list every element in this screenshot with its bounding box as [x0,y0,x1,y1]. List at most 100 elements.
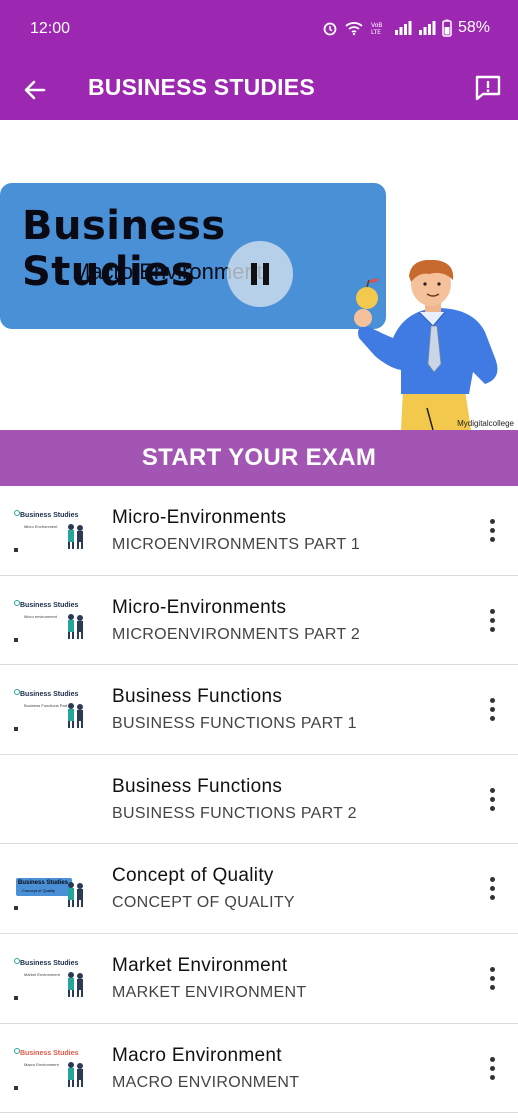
app-bar: BUSINESS STUDIES [0,60,518,120]
thumb-figure-icon [68,613,83,639]
wifi-icon [345,22,363,36]
signal-icon [418,21,436,35]
thumb-figure-icon [68,882,83,908]
svg-text:LTE: LTE [371,29,381,36]
page-title: BUSINESS STUDIES [88,74,315,100]
start-exam-button[interactable]: START YOUR EXAM [0,430,518,486]
video-player[interactable]: Business Studies Macro Environment Mydig… [0,120,518,430]
lesson-subtitle: BUSINESS FUNCTIONS PART 2 [112,804,357,822]
back-button[interactable] [20,74,52,106]
menu-dot [490,966,495,972]
lesson-thumbnail [12,778,92,823]
thumb-figure-icon [68,971,83,997]
thumb-title: Business Studies [18,880,69,887]
list-item[interactable]: Business Studies Micro Environment Micro-E… [0,486,518,576]
thumb-dot [14,727,18,732]
feedback-icon [475,75,501,101]
thumb-dot [14,995,18,1000]
menu-dot [490,626,495,632]
thumb-dot [14,637,18,642]
menu-dot [490,1056,495,1062]
menu-dot [490,1074,495,1080]
more-vertical-icon[interactable] [482,874,502,902]
thumb-subtitle: Micro Environment [24,524,58,529]
thumb-title: Business Studies [20,959,79,967]
lesson-thumbnail: Business Studies Macro Environment [12,1047,92,1092]
thumb-title: Business Studies [20,691,79,699]
thumb-subtitle: Market Environment [24,971,60,977]
pause-icon-bar [263,263,269,285]
lesson-thumbnail: Business Studies Business Functions Part … [12,689,92,734]
lesson-title: Macro Environment [112,1044,282,1066]
volte-icon: VoBLTE [371,22,382,36]
more-vertical-icon[interactable] [482,695,502,723]
lesson-list: Business Studies Micro Environment Micro-E… [0,486,518,1114]
lesson-title: Market Environment [112,954,288,976]
lesson-subtitle: MARKET ENVIRONMENT [112,983,307,1001]
presenter-illustration [354,260,498,430]
battery-icon [442,19,452,37]
lesson-thumbnail: Business Studies Micro environment [12,599,92,644]
lesson-thumbnail: Business Studies Market Environment [12,957,92,1002]
start-exam-label: START YOUR EXAM [141,444,377,471]
menu-dot [490,528,495,533]
lesson-subtitle: MACRO ENVIRONMENT [112,1073,300,1091]
menu-dot [490,886,495,892]
thumb-subtitle: Concept of Quality [22,888,55,894]
lesson-thumbnail: Business Studies Micro Environment [12,510,92,554]
thumb-figure-icon [68,703,83,729]
menu-dot [490,984,495,990]
battery-percent: 58% [457,19,490,36]
list-item[interactable]: Business Studies Business Functions Part … [0,665,518,755]
thumb-subtitle: Micro environment [24,613,57,619]
menu-dot [490,877,495,883]
lesson-title: Business Functions [112,686,283,708]
lesson-thumbnail: Business Studies Concept of Quality [12,868,92,913]
status-bar: 12:00 VoB LTE 58% [0,0,518,60]
lesson-subtitle: MICROENVIRONMENTS PART 1 [112,536,361,553]
lesson-subtitle: MICROENVIRONMENTS PART 2 [112,625,361,643]
list-item[interactable]: Business Studies Concept of Quality Concep… [0,844,518,934]
thumb-subtitle: Macro Environment [24,1061,59,1067]
menu-dot [490,617,495,623]
menu-dot [490,1065,495,1071]
menu-dot [490,519,495,524]
menu-dot [490,975,495,981]
thumb-figure-icon [68,1061,83,1087]
feedback-button[interactable] [472,72,504,104]
svg-text:VoB: VoB [371,22,382,29]
thumb-dot [14,1085,18,1090]
menu-dot [490,537,495,542]
menu-dot [490,707,495,713]
alarm-icon [323,22,337,36]
thumb-dot [14,548,18,552]
list-item[interactable]: Business Studies Market Environment Market… [0,933,518,1024]
more-vertical-icon[interactable] [482,606,502,634]
pause-button[interactable] [227,241,293,307]
lesson-title: Micro-Environments [112,507,287,528]
list-item[interactable]: Business Functions BUSINESS FUNCTIONS PAR… [0,754,518,845]
lesson-title: Business Functions [112,775,283,797]
thumb-title: Business Studies [20,1049,79,1057]
lesson-title: Concept of Quality [112,865,274,887]
signal-icon [394,21,412,35]
more-vertical-icon[interactable] [482,964,502,992]
status-time: 12:00 [30,20,71,37]
more-vertical-icon[interactable] [482,785,502,813]
menu-dot [490,716,495,722]
video-watermark: Mydigitalcollege [457,419,514,428]
thumb-title: Business Studies [20,601,79,609]
lesson-subtitle: CONCEPT OF QUALITY [112,894,295,912]
menu-dot [490,608,495,614]
arrow-left-icon [24,80,46,100]
more-vertical-icon[interactable] [482,1054,502,1082]
list-item[interactable]: Business Studies Macro Environment Macro E… [0,1023,518,1114]
lesson-title: Micro-Environments [112,596,287,618]
menu-dot [490,698,495,704]
lesson-subtitle: BUSINESS FUNCTIONS PART 1 [112,715,357,733]
thumb-title: Business Studies [20,512,79,519]
list-item[interactable]: Business Studies Micro environment Micro-E… [0,575,518,666]
more-vertical-icon[interactable] [482,516,502,544]
pause-icon [251,263,257,285]
video-title-card: Business Studies Macro Environment [0,183,386,329]
